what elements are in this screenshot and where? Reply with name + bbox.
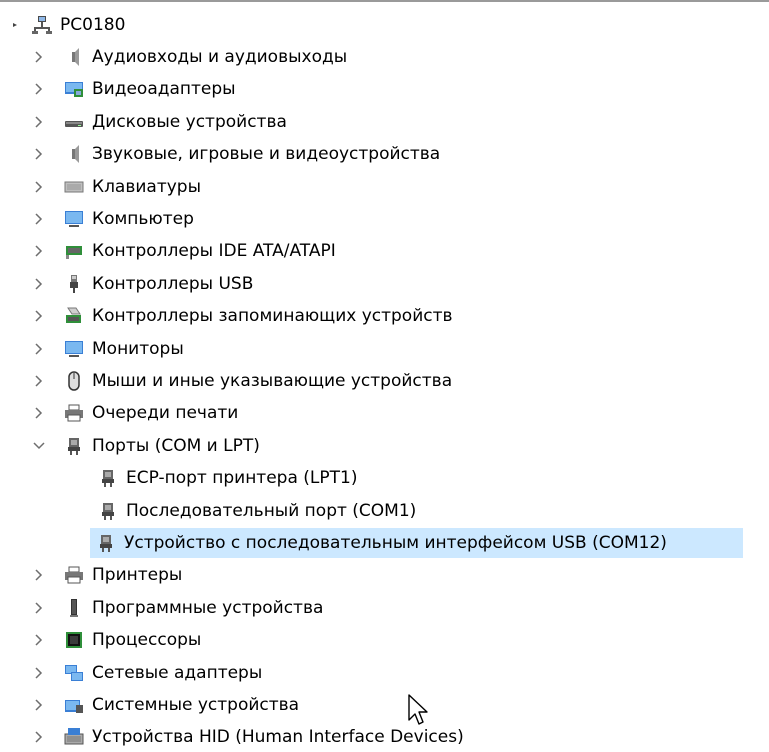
chevron-down-icon[interactable]	[33, 440, 45, 452]
chevron-right-icon[interactable]	[33, 667, 45, 679]
network-adapter-icon	[64, 663, 84, 683]
tree-category-item[interactable]: Принтеры	[64, 560, 182, 590]
chevron-right-icon[interactable]	[33, 634, 45, 646]
tree-item-label: Видеоадаптеры	[92, 79, 236, 99]
tree-category-item[interactable]: Устройства HID (Human Interface Devices)	[64, 722, 464, 752]
hid-icon	[64, 727, 84, 747]
chevron-right-icon[interactable]	[33, 213, 45, 225]
tree-category-item[interactable]: Мыши и иные указывающие устройства	[64, 366, 452, 396]
tree-category-item[interactable]: Видеоадаптеры	[64, 74, 236, 104]
tree-item-label: Контроллеры IDE ATA/ATAPI	[92, 241, 336, 261]
tree-child-item[interactable]: Устройство с последовательным интерфейсо…	[90, 528, 743, 558]
tree-category-item[interactable]: Контроллеры IDE ATA/ATAPI	[64, 236, 336, 266]
speaker-icon	[64, 47, 84, 67]
chevron-right-icon[interactable]	[33, 731, 45, 743]
tree-category-item[interactable]: Сетевые адаптеры	[64, 658, 262, 688]
printer-icon	[64, 565, 84, 585]
top-border	[0, 0, 769, 2]
chevron-right-icon[interactable]	[33, 148, 45, 160]
disk-drive-icon	[64, 112, 84, 132]
tree-item-label: Системные устройства	[92, 695, 300, 715]
tree-category-item[interactable]: Звуковые, игровые и видеоустройства	[64, 139, 440, 169]
port-icon	[98, 468, 118, 488]
tree-item-label: Последовательный порт (COM1)	[126, 501, 417, 521]
computer-network-icon	[32, 15, 52, 35]
ide-controller-icon	[64, 241, 84, 261]
tree-item-label: Звуковые, игровые и видеоустройства	[92, 144, 441, 164]
display-adapter-icon	[64, 79, 84, 99]
tree-category-item[interactable]: Дисковые устройства	[64, 107, 287, 137]
port-icon	[96, 533, 116, 553]
tree-item-label: Контроллеры запоминающих устройств	[92, 306, 453, 326]
tree-category-item[interactable]: Программные устройства	[64, 593, 323, 623]
tree-item-label: Мыши и иные указывающие устройства	[92, 371, 453, 391]
chevron-right-icon[interactable]	[33, 278, 45, 290]
mouse-cursor-icon	[408, 694, 428, 725]
mouse-icon	[64, 371, 84, 391]
tree-item-label: Порты (COM и LPT)	[92, 436, 260, 456]
tree-category-item[interactable]: Порты (COM и LPT)	[64, 431, 260, 461]
chevron-right-icon[interactable]	[33, 375, 45, 387]
tree-item-label: Аудиовходы и аудиовыходы	[92, 47, 348, 67]
tree-item-label: Процессоры	[92, 630, 202, 650]
tree-item-label: Контроллеры USB	[92, 274, 254, 294]
storage-controller-icon	[64, 306, 84, 326]
tree-root-label: PC0180	[60, 15, 126, 35]
chevron-right-icon[interactable]	[33, 245, 45, 257]
tree-category-item[interactable]: Процессоры	[64, 625, 201, 655]
usb-icon	[64, 274, 84, 294]
tree-item-label: Дисковые устройства	[92, 112, 287, 132]
tree-category-item[interactable]: Аудиовходы и аудиовыходы	[64, 42, 347, 72]
tree-category-item[interactable]: Компьютер	[64, 204, 194, 234]
chevron-right-icon[interactable]	[33, 83, 45, 95]
tree-category-item[interactable]: Мониторы	[64, 334, 184, 364]
tree-category-item[interactable]: Контроллеры USB	[64, 269, 253, 299]
software-device-icon	[64, 598, 84, 618]
chevron-right-icon[interactable]	[33, 181, 45, 193]
tree-root[interactable]: PC0180	[8, 10, 125, 40]
chevron-down-icon[interactable]	[8, 19, 22, 31]
tree-item-label: Очереди печати	[92, 403, 239, 423]
tree-category-item[interactable]: Клавиатуры	[64, 172, 201, 202]
tree-item-label: Сетевые адаптеры	[92, 663, 263, 683]
tree-child-item[interactable]: Последовательный порт (COM1)	[92, 496, 416, 526]
monitor-icon	[64, 339, 84, 359]
tree-item-label: Компьютер	[92, 209, 194, 229]
tree-category-item[interactable]: Очереди печати	[64, 398, 238, 428]
monitor-icon	[64, 209, 84, 229]
processor-icon	[64, 630, 84, 650]
tree-item-label: Программные устройства	[92, 598, 324, 618]
system-devices-icon	[64, 695, 84, 715]
tree-item-label: Клавиатуры	[92, 177, 202, 197]
chevron-right-icon[interactable]	[33, 343, 45, 355]
chevron-right-icon[interactable]	[33, 699, 45, 711]
tree-category-item[interactable]: Контроллеры запоминающих устройств	[64, 301, 453, 331]
speaker-icon	[64, 144, 84, 164]
tree-item-label: Устройство с последовательным интерфейсо…	[124, 533, 667, 553]
chevron-right-icon[interactable]	[33, 569, 45, 581]
chevron-right-icon[interactable]	[33, 116, 45, 128]
chevron-right-icon[interactable]	[33, 51, 45, 63]
chevron-right-icon[interactable]	[33, 602, 45, 614]
port-icon	[98, 501, 118, 521]
port-icon	[64, 436, 84, 456]
chevron-right-icon[interactable]	[33, 407, 45, 419]
tree-item-label: Принтеры	[92, 565, 183, 585]
tree-child-item[interactable]: ECP-порт принтера (LPT1)	[92, 463, 357, 493]
printer-icon	[64, 403, 84, 423]
chevron-right-icon[interactable]	[33, 310, 45, 322]
keyboard-icon	[64, 177, 84, 197]
tree-category-item[interactable]: Системные устройства	[64, 690, 299, 720]
tree-item-label: ECP-порт принтера (LPT1)	[126, 468, 358, 488]
tree-item-label: Мониторы	[92, 339, 184, 359]
